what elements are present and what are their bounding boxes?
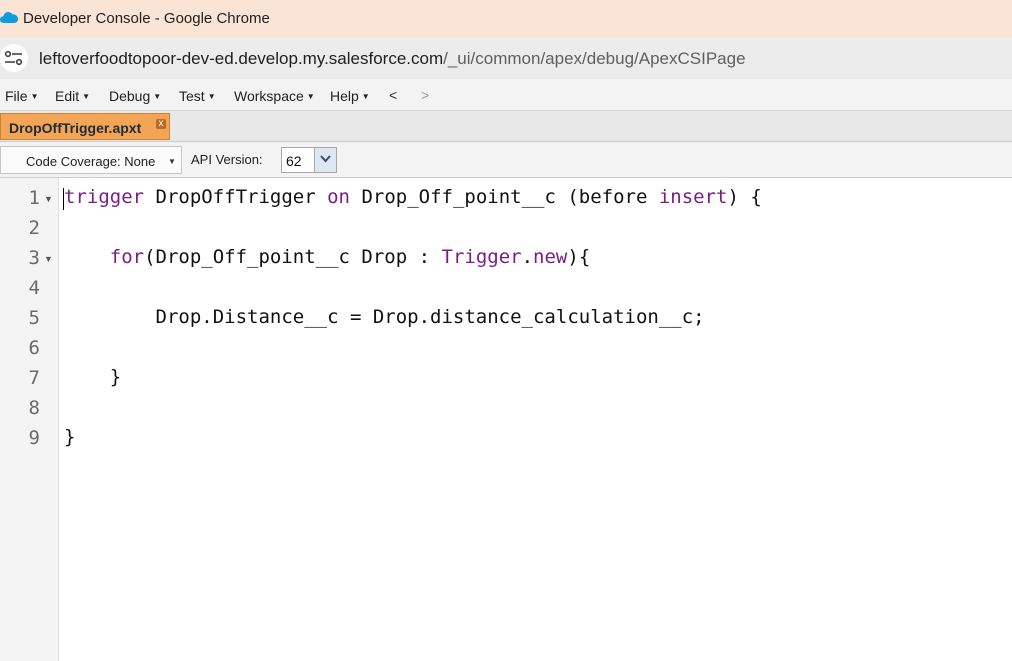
code-text: } [64,426,76,448]
close-icon[interactable]: x [156,119,166,129]
caret-down-icon: ▼ [153,92,162,101]
code-coverage-label: Code Coverage: None [26,154,156,169]
code-editor[interactable]: 1 ▼ 2 3 ▼ 4 5 6 7 8 9 trigger DropOffTri… [0,178,1012,661]
code-text: } [64,366,122,388]
menu-edit[interactable]: Edit ▼ [55,88,90,104]
api-version-value: 62 [286,153,302,169]
address-bar: leftoverfoodtopoor-dev-ed.develop.my.sal… [0,37,1012,79]
salesforce-cloud-icon [0,12,18,23]
menu-test[interactable]: Test ▼ [179,88,216,104]
menu-test-label: Test [179,88,205,104]
code-text: ){ [567,246,591,268]
window-title: Developer Console - Google Chrome [23,10,270,27]
caret-down-icon: ▼ [30,92,39,101]
code-keyword: insert [658,186,728,208]
code-keyword: on [327,186,350,208]
menu-debug[interactable]: Debug ▼ [109,88,161,104]
api-version-select[interactable]: 62 [281,147,337,173]
editor-toolbar: Code Coverage: None ▼ API Version: 62 [0,142,1012,178]
tab-dropofftrigger[interactable]: DropOffTrigger.apxt x [0,113,170,140]
code-line: trigger DropOffTrigger on Drop_Off_point… [64,186,762,208]
code-line: Drop.Distance__c = Drop.distance_calcula… [64,306,705,328]
menu-help[interactable]: Help ▼ [330,88,370,104]
line-number-gutter: 1 ▼ 2 3 ▼ 4 5 6 7 8 9 [0,178,59,661]
line-number: 9 [28,427,40,449]
code-text: DropOffTrigger [144,186,328,208]
code-keyword: new [533,246,568,268]
code-keyword: trigger [64,186,145,208]
code-text: ) { [727,186,762,208]
menu-help-label: Help [330,88,359,104]
caret-down-icon: ▼ [82,92,91,101]
line-number: 8 [28,397,40,419]
code-line: } [64,366,121,388]
code-line: } [64,426,75,448]
tab-label: DropOffTrigger.apxt [9,120,142,136]
fold-arrow-icon[interactable]: ▼ [44,254,53,264]
line-number: 2 [28,217,40,239]
site-info-icon[interactable] [0,44,28,72]
code-coverage-dropdown[interactable]: Code Coverage: None ▼ [0,146,182,174]
url-domain: leftoverfoodtopoor-dev-ed.develop.my.sal… [39,49,444,68]
line-number: 3 [28,247,40,269]
menu-workspace-label: Workspace [234,88,304,104]
code-line: for(Drop_Off_point__c Drop : Trigger.new… [64,246,591,268]
line-number: 1 [28,187,40,209]
line-number: 6 [28,337,40,359]
caret-down-icon: ▼ [168,157,176,166]
url-path: /_ui/common/apex/debug/ApexCSIPage [443,49,746,68]
code-keyword: Trigger [441,246,522,268]
back-button[interactable]: < [389,87,397,103]
caret-down-icon: ▼ [361,92,370,101]
fold-arrow-icon[interactable]: ▼ [44,194,53,204]
api-version-label: API Version: [191,152,263,167]
menu-bar: File ▼ Edit ▼ Debug ▼ Test ▼ Workspace ▼ Help… [0,79,1012,111]
code-text: Drop.Distance__c = Drop.distance_calcula… [64,306,705,328]
menu-file-label: File [5,88,28,104]
editor-tab-strip: DropOffTrigger.apxt x [0,111,1012,142]
caret-down-icon: ▼ [207,92,216,101]
window-titlebar: Developer Console - Google Chrome [0,0,1012,37]
menu-debug-label: Debug [109,88,151,104]
code-keyword: for [109,246,145,268]
code-text: Drop_Off_point__c (before [350,186,659,208]
line-number: 7 [28,367,40,389]
menu-file[interactable]: File ▼ [5,88,38,104]
forward-button[interactable]: > [421,87,429,103]
caret-down-icon: ▼ [306,92,315,101]
url-field[interactable]: leftoverfoodtopoor-dev-ed.develop.my.sal… [39,49,746,69]
line-number: 5 [28,307,40,329]
code-text: . [521,246,534,268]
chevron-down-icon[interactable] [314,148,336,172]
menu-edit-label: Edit [55,88,80,104]
line-number: 4 [28,277,40,299]
menu-workspace[interactable]: Workspace ▼ [234,88,315,104]
code-text: (Drop_Off_point__c Drop : [144,246,442,268]
